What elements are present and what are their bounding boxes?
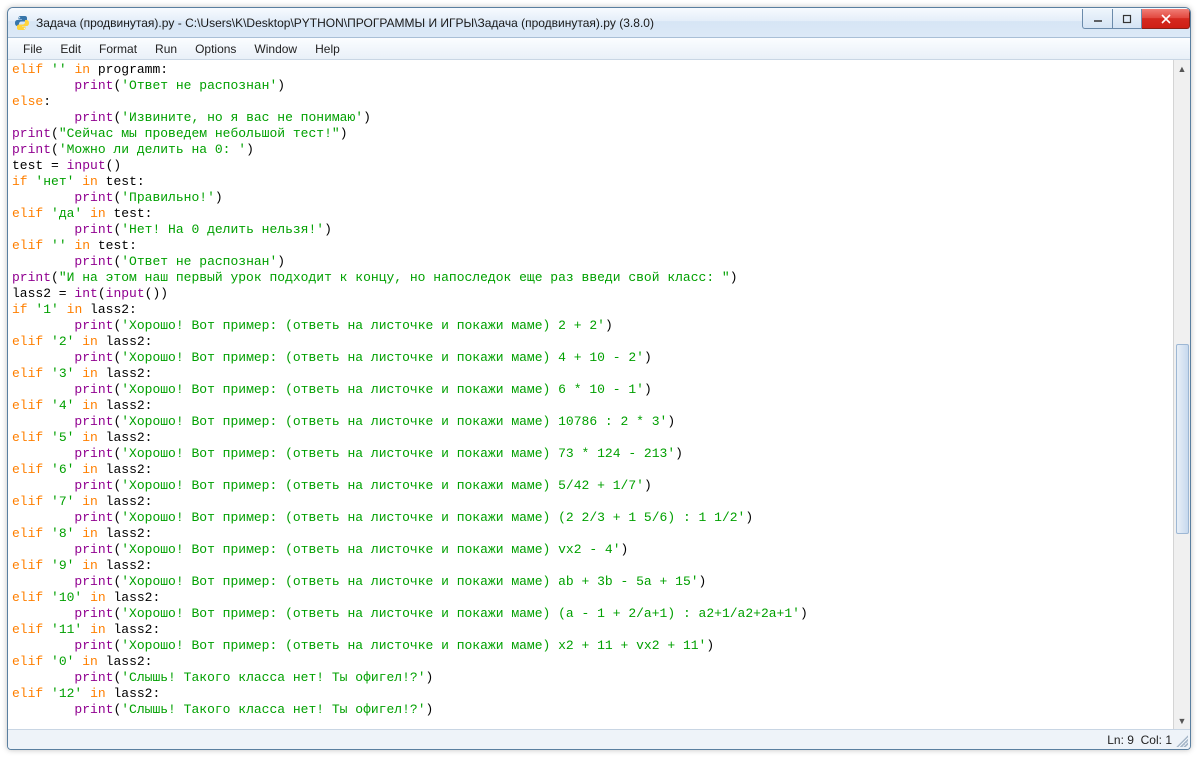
scroll-down-arrow[interactable]: ▼ [1175, 712, 1190, 729]
status-ln-value: 9 [1127, 733, 1134, 747]
menu-edit[interactable]: Edit [51, 40, 90, 58]
window-controls [1082, 9, 1190, 29]
status-col-label: Col: [1141, 733, 1162, 747]
menu-format[interactable]: Format [90, 40, 146, 58]
close-button[interactable] [1142, 9, 1190, 29]
window-title: Задача (продвинутая).py - C:\Users\K\Des… [36, 16, 654, 30]
titlebar[interactable]: Задача (продвинутая).py - C:\Users\K\Des… [8, 8, 1190, 38]
menu-help[interactable]: Help [306, 40, 349, 58]
menu-options[interactable]: Options [186, 40, 245, 58]
menu-bar: File Edit Format Run Options Window Help [8, 38, 1190, 60]
status-ln-label: Ln: [1107, 733, 1124, 747]
minimize-button[interactable] [1082, 9, 1112, 29]
scroll-thumb[interactable] [1176, 344, 1189, 535]
resize-grip[interactable] [1176, 735, 1188, 747]
menu-file[interactable]: File [14, 40, 51, 58]
code-editor[interactable]: elif '' in programm: print('Ответ не рас… [8, 60, 1173, 729]
menu-window[interactable]: Window [245, 40, 306, 58]
scroll-up-arrow[interactable]: ▲ [1175, 60, 1190, 77]
maximize-button[interactable] [1112, 9, 1142, 29]
menu-run[interactable]: Run [146, 40, 186, 58]
status-bar: Ln: 9 Col: 1 [8, 729, 1190, 749]
editor-area: elif '' in programm: print('Ответ не рас… [8, 60, 1190, 729]
scroll-track[interactable] [1175, 77, 1190, 712]
status-col-value: 1 [1165, 733, 1172, 747]
idle-window: Задача (продвинутая).py - C:\Users\K\Des… [7, 7, 1191, 750]
python-icon [14, 15, 30, 31]
vertical-scrollbar[interactable]: ▲ ▼ [1173, 60, 1190, 729]
